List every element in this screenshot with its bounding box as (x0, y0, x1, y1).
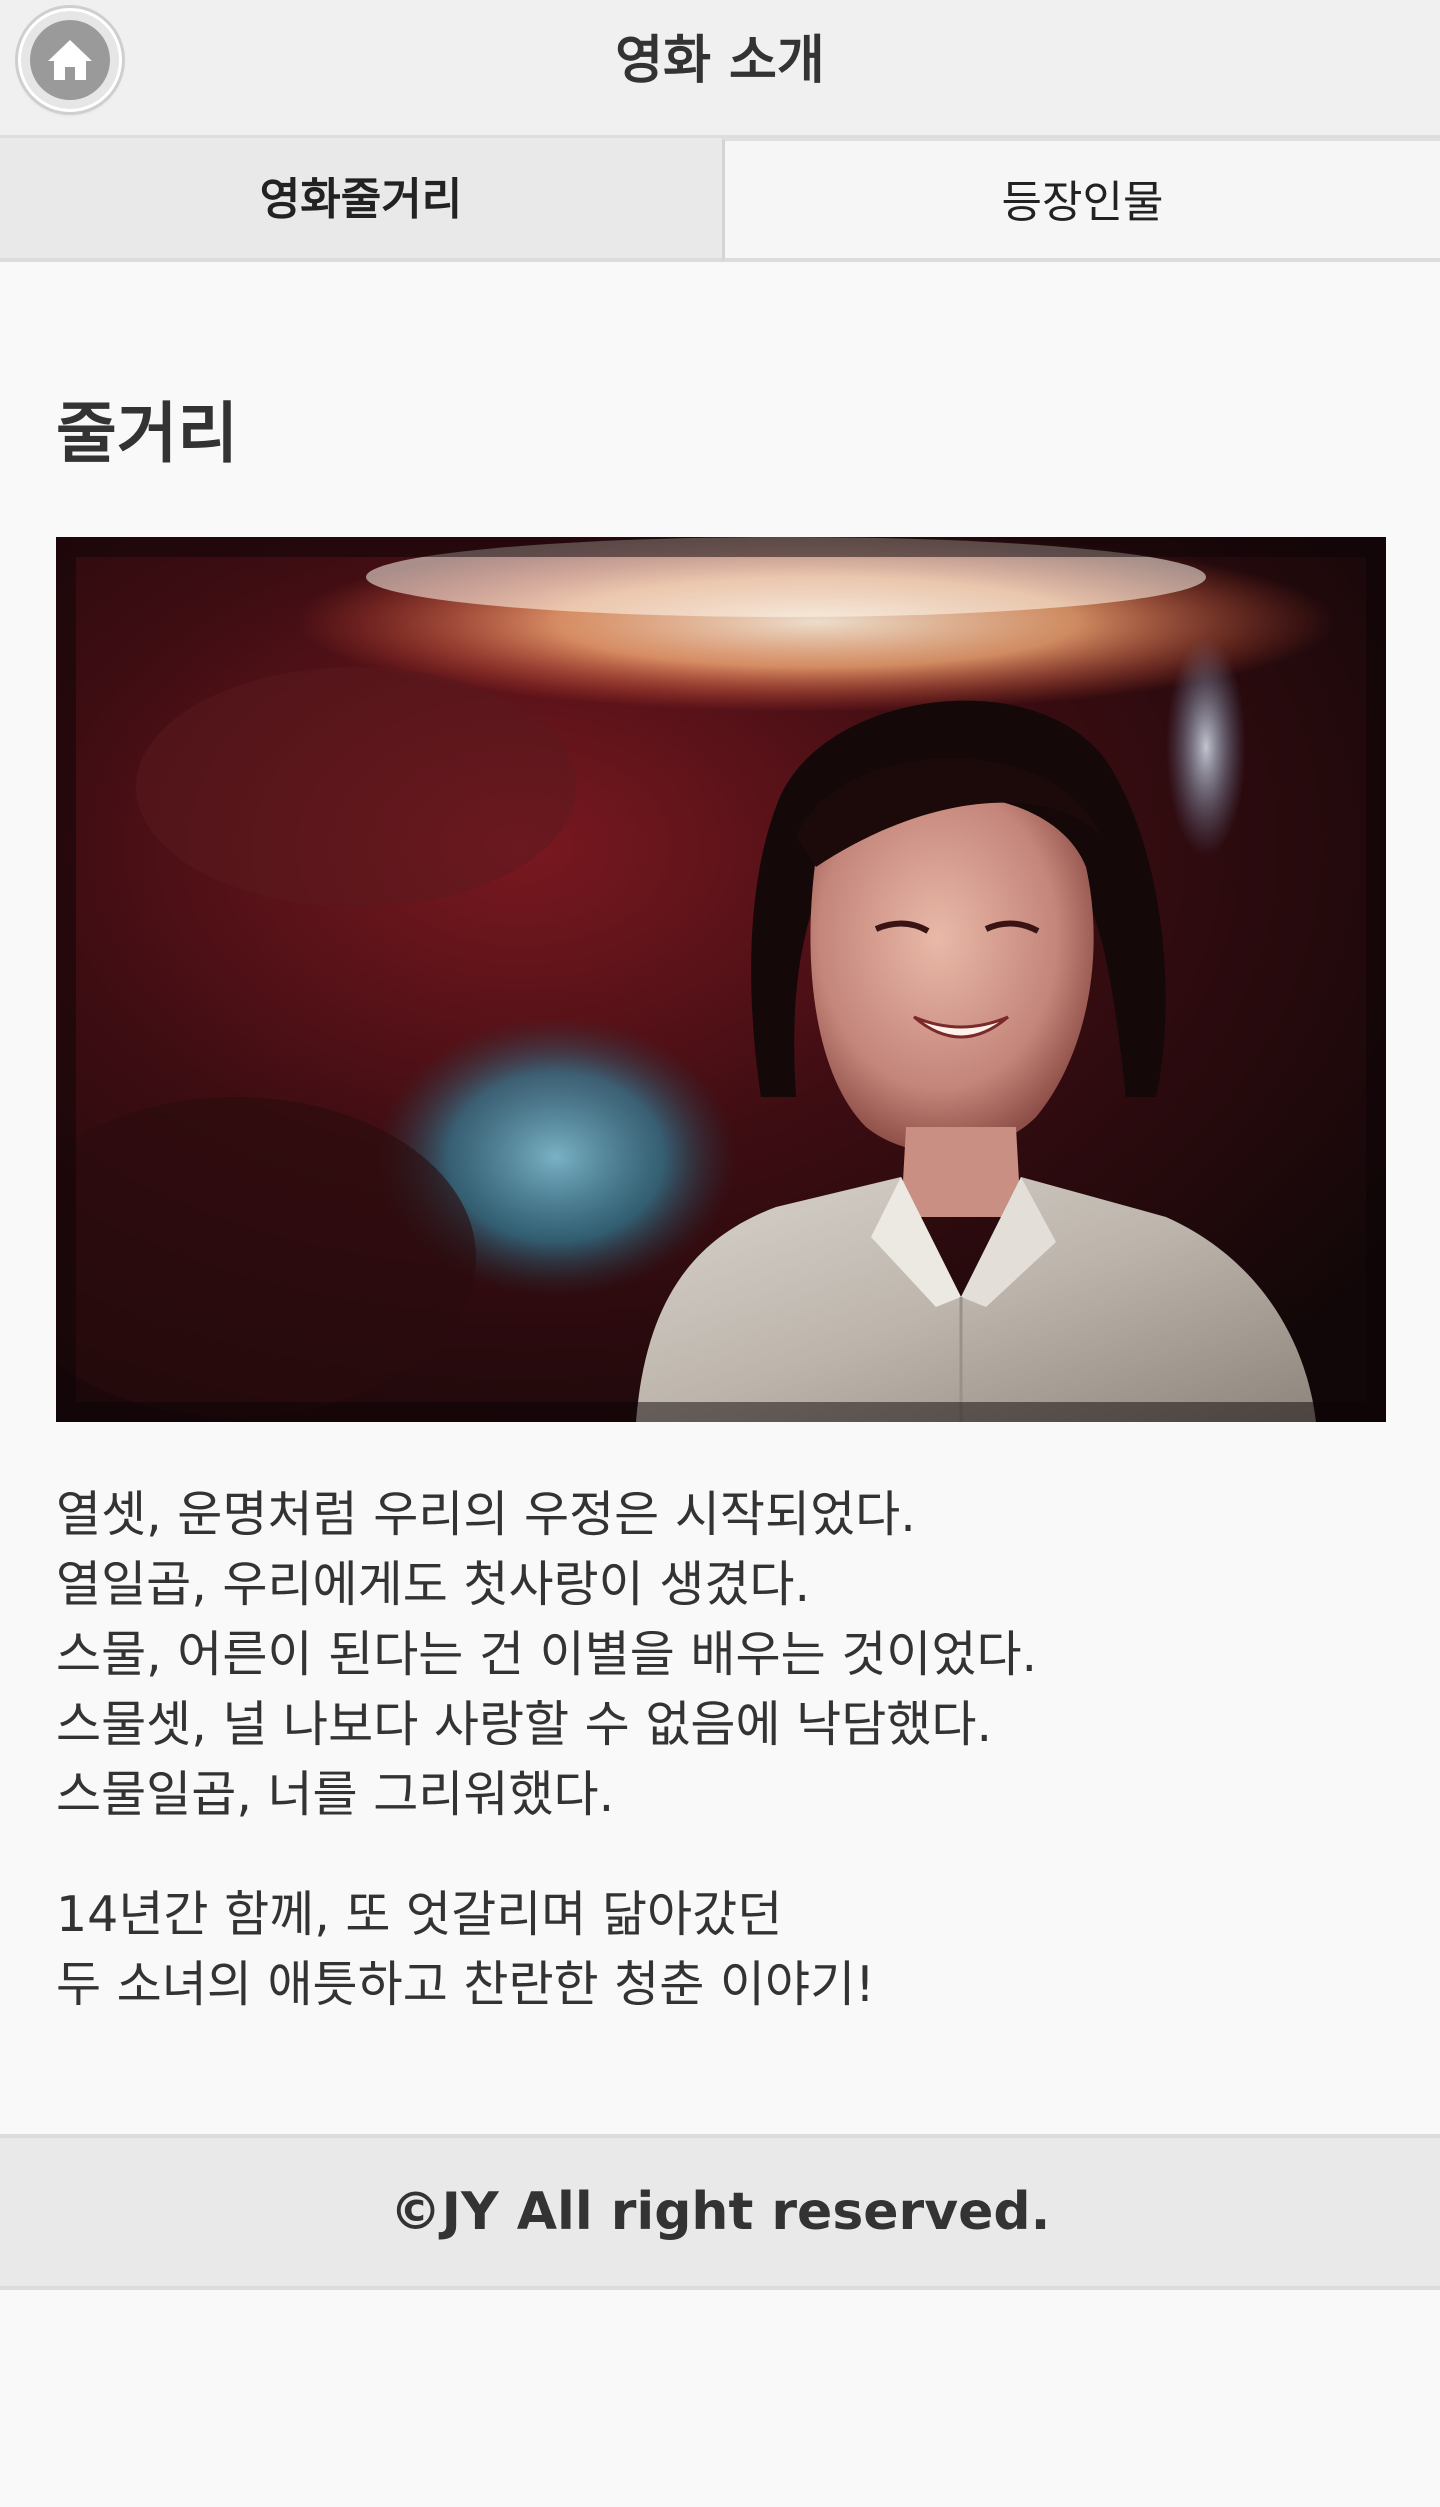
page-title: 영화 소개 (615, 31, 825, 91)
plot-line: 스물, 어른이 된다는 건 이별을 배우는 것이었다. (56, 1626, 1038, 1683)
section-title: 줄거리 (56, 395, 239, 472)
tab-plot[interactable]: 영화줄거리 (0, 138, 722, 262)
app-header: 영화 소개 (0, 0, 1440, 138)
tab-characters[interactable]: 등장인물 (722, 138, 1440, 262)
plot-line: 스물일곱, 너를 그리워했다. (56, 1766, 615, 1823)
footer-copyright: ©JY All right reserved. (0, 2134, 1440, 2290)
plot-paragraph-2: 14년간 함께, 또 엇갈리며 닮아갔던 두 소녀의 애틋하고 찬란한 청춘 이… (56, 1880, 1386, 2020)
plot-paragraph-1: 열셋, 운명처럼 우리의 우정은 시작되었다. 열일곱, 우리에게도 첫사랑이 … (56, 1480, 1386, 1830)
plot-line: 열일곱, 우리에게도 첫사랑이 생겼다. (56, 1556, 811, 1613)
plot-line: 열셋, 운명처럼 우리의 우정은 시작되었다. (56, 1486, 916, 1543)
tab-bar: 영화줄거리 등장인물 (0, 138, 1440, 262)
movie-still-image (56, 537, 1386, 1422)
plot-line: 두 소녀의 애틋하고 찬란한 청춘 이야기! (56, 1956, 875, 2013)
plot-line: 14년간 함께, 또 엇갈리며 닮아갔던 (56, 1886, 783, 1943)
plot-text: 열셋, 운명처럼 우리의 우정은 시작되었다. 열일곱, 우리에게도 첫사랑이 … (56, 1480, 1386, 2020)
plot-line: 스물셋, 널 나보다 사랑할 수 없음에 낙담했다. (56, 1696, 993, 1753)
